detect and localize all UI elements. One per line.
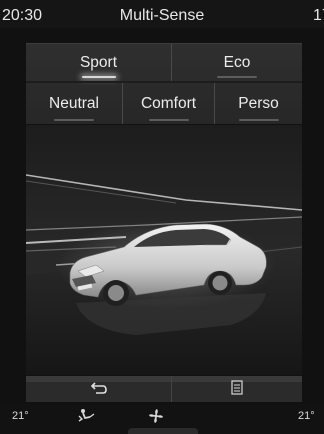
car-scene-graphic bbox=[26, 174, 302, 375]
back-arrow-icon bbox=[90, 381, 108, 400]
mode-eco-button[interactable]: Eco bbox=[171, 44, 302, 81]
airflow-icon[interactable] bbox=[77, 408, 97, 429]
outside-temperature: 17° bbox=[313, 7, 324, 24]
fan-icon[interactable] bbox=[148, 408, 164, 429]
active-indicator bbox=[81, 76, 116, 78]
list-menu-icon bbox=[231, 380, 243, 400]
menu-button[interactable] bbox=[171, 376, 302, 402]
status-bar: 20:30 Multi-Sense 17° bbox=[0, 0, 324, 28]
mode-neutral-label: Neutral bbox=[49, 94, 99, 112]
mode-comfort-label: Comfort bbox=[140, 94, 197, 112]
mode-neutral-button[interactable]: Neutral bbox=[26, 83, 122, 124]
bottom-handle[interactable] bbox=[128, 428, 198, 434]
back-button[interactable] bbox=[26, 376, 171, 402]
mode-indicator bbox=[54, 119, 94, 121]
mode-perso-button[interactable]: Perso bbox=[214, 83, 302, 124]
mode-sport-button[interactable]: Sport bbox=[26, 44, 171, 81]
screen-title: Multi-Sense bbox=[119, 7, 205, 24]
mode-sport-label: Sport bbox=[79, 53, 118, 71]
mode-comfort-button[interactable]: Comfort bbox=[122, 83, 214, 124]
mode-indicator bbox=[148, 119, 189, 121]
mode-eco-label: Eco bbox=[223, 53, 251, 71]
car-visualization bbox=[26, 125, 302, 375]
mode-indicator bbox=[238, 119, 279, 121]
drive-mode-selector: Sport Eco Neutral Comfort Perso bbox=[26, 43, 302, 124]
mode-indicator bbox=[217, 76, 257, 78]
driver-temperature[interactable]: 21° bbox=[12, 410, 29, 422]
multimedia-screen: 20:30 Multi-Sense 17° Sport Eco Neutral … bbox=[0, 0, 324, 434]
mode-perso-label: Perso bbox=[238, 94, 279, 112]
passenger-temperature[interactable]: 21° bbox=[298, 410, 315, 422]
bottom-action-bar bbox=[26, 376, 302, 402]
